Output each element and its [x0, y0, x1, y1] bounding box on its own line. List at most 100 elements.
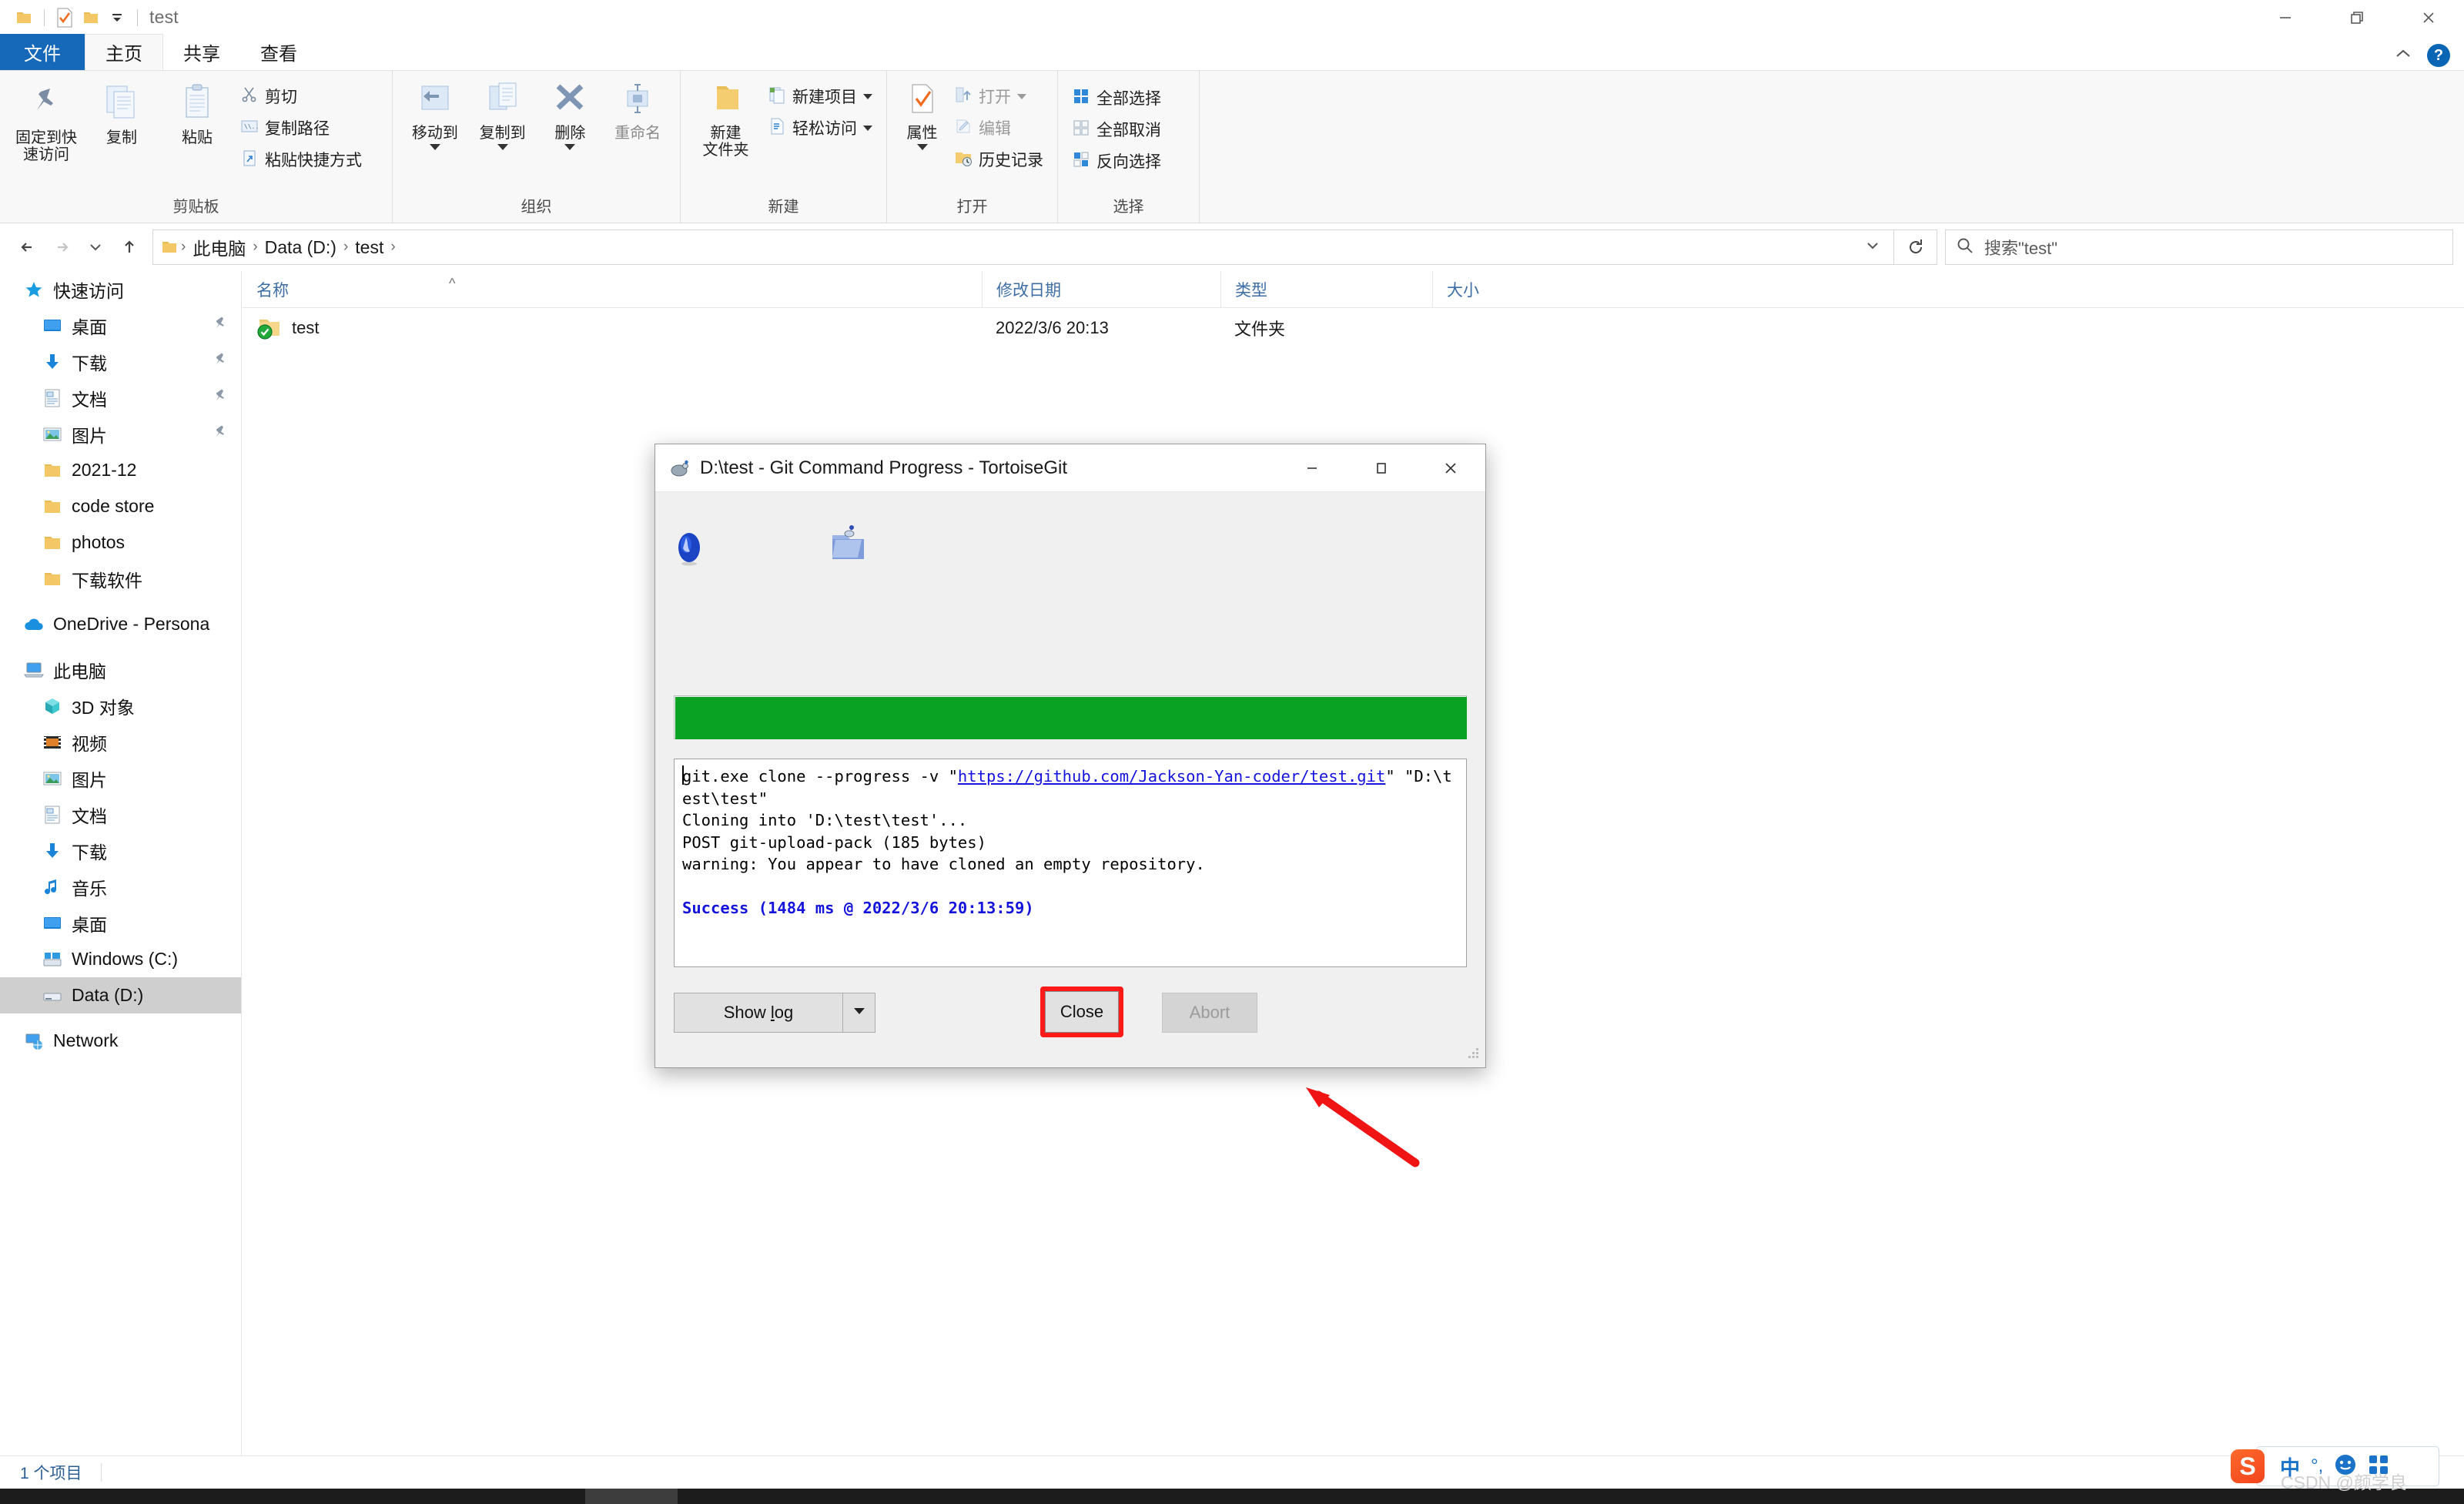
- sidebar-item-[interactable]: 下载: [0, 343, 241, 380]
- sidebar-item-[interactable]: 文档: [0, 380, 241, 416]
- table-row[interactable]: test 2022/3/6 20:13 文件夹: [243, 308, 2464, 348]
- delete-button[interactable]: 删除: [537, 75, 604, 150]
- sidebar-item-code-store[interactable]: code store: [0, 488, 241, 524]
- sidebar-item-[interactable]: 图片: [0, 416, 241, 452]
- open-button[interactable]: 打开: [949, 82, 1048, 111]
- emoji-icon[interactable]: [2334, 1453, 2357, 1480]
- tab-file[interactable]: 文件: [0, 34, 85, 70]
- ribbon-tab-strip[interactable]: 文件 主页 共享 查看 ?: [0, 35, 2464, 71]
- sidebar-item-[interactable]: 文档: [0, 796, 241, 832]
- tab-home[interactable]: 主页: [85, 34, 163, 70]
- ribbon[interactable]: 固定到快速访问 复制 粘贴 剪切 \\.. 复制路径: [0, 71, 2464, 223]
- rename-button[interactable]: 重命名: [604, 75, 671, 142]
- sidebar-item-[interactable]: 快速访问: [0, 271, 241, 307]
- column-header-size[interactable]: 大小: [1432, 271, 1571, 308]
- caret-down-icon[interactable]: [863, 94, 872, 99]
- ime-punctuation-toggle[interactable]: °,: [2311, 1455, 2323, 1477]
- recent-caret-icon[interactable]: [79, 230, 112, 264]
- breadcrumb-item-test[interactable]: test: [351, 237, 387, 258]
- caret-down-icon[interactable]: [497, 144, 508, 150]
- copy-button[interactable]: 复制: [85, 75, 159, 146]
- sidebar-item-3d[interactable]: 3D 对象: [0, 688, 241, 724]
- customize-caret-icon[interactable]: [104, 5, 130, 31]
- minimize-icon[interactable]: [1277, 444, 1347, 492]
- new-folder-button[interactable]: 新建文件夹: [690, 75, 762, 159]
- sidebar-item-[interactable]: 下载软件: [0, 561, 241, 597]
- restore-icon[interactable]: [2321, 0, 2392, 35]
- select-none-button[interactable]: 全部取消: [1067, 115, 1166, 144]
- sidebar-item-[interactable]: 图片: [0, 760, 241, 796]
- paste-button[interactable]: 粘贴: [160, 75, 234, 146]
- easy-access-button[interactable]: 轻松访问: [763, 113, 877, 142]
- caret-down-icon[interactable]: [1017, 94, 1026, 99]
- taskbar[interactable]: [0, 1489, 2464, 1504]
- show-log-dropdown[interactable]: [842, 993, 875, 1032]
- sidebar-item-[interactable]: 桌面: [0, 905, 241, 941]
- ribbon-right-controls[interactable]: ?: [2393, 44, 2450, 67]
- sidebar-item-photos[interactable]: photos: [0, 524, 241, 561]
- forward-arrow-icon[interactable]: [45, 230, 79, 264]
- invert-selection-button[interactable]: 反向选择: [1067, 146, 1166, 176]
- sidebar-item-2021-12[interactable]: 2021-12: [0, 452, 241, 488]
- git-output-log[interactable]: git.exe clone --progress -v "https://git…: [674, 759, 1467, 967]
- close-icon[interactable]: [2392, 0, 2464, 35]
- sidebar-item-[interactable]: 视频: [0, 724, 241, 760]
- sidebar-item-[interactable]: 下载: [0, 832, 241, 869]
- taskbar-active-item[interactable]: [585, 1489, 678, 1504]
- search-input[interactable]: 搜索"test": [1945, 229, 2453, 265]
- sidebar-item-[interactable]: 音乐: [0, 869, 241, 905]
- close-icon[interactable]: [1416, 444, 1485, 492]
- select-all-button[interactable]: 全部选择: [1067, 83, 1166, 112]
- show-log-button[interactable]: Show log: [674, 993, 875, 1033]
- pin-icon[interactable]: [212, 424, 229, 444]
- sidebar-item-network[interactable]: Network: [0, 1023, 241, 1059]
- new-item-button[interactable]: 新建项目: [763, 82, 877, 111]
- dialog-window-controls[interactable]: [1277, 444, 1485, 492]
- copy-path-button[interactable]: \\.. 复制路径: [236, 113, 367, 142]
- ime-toolbar[interactable]: S 中 °,: [2256, 1446, 2439, 1486]
- pin-icon[interactable]: [212, 315, 229, 336]
- sidebar-item-windows-c[interactable]: Windows (C:): [0, 941, 241, 977]
- properties-check-icon[interactable]: [52, 5, 78, 31]
- close-button[interactable]: Close: [1045, 991, 1119, 1033]
- sogou-logo-icon[interactable]: S: [2231, 1449, 2265, 1483]
- help-icon[interactable]: ?: [2427, 44, 2450, 67]
- refresh-icon[interactable]: [1894, 229, 1937, 265]
- maximize-icon[interactable]: [1347, 444, 1416, 492]
- up-arrow-icon[interactable]: [112, 230, 146, 264]
- sidebar-item-data-d[interactable]: Data (D:): [0, 977, 241, 1013]
- repository-url-link[interactable]: https://github.com/Jackson-Yan-coder/tes…: [958, 767, 1385, 785]
- pin-to-quick-access-button[interactable]: 固定到快速访问: [9, 75, 83, 164]
- caret-down-icon[interactable]: [564, 144, 575, 150]
- chevron-down-icon[interactable]: [1863, 236, 1883, 260]
- column-header-modified[interactable]: 修改日期: [982, 271, 1220, 308]
- copy-to-button[interactable]: 复制到: [470, 75, 536, 150]
- file-name-cell[interactable]: test: [243, 317, 982, 340]
- breadcrumb-item-this-pc[interactable]: 此电脑: [189, 234, 249, 260]
- edit-button[interactable]: 编辑: [949, 113, 1048, 142]
- caret-down-icon[interactable]: [430, 144, 440, 150]
- resize-grip[interactable]: [1465, 1045, 1481, 1064]
- quick-access-toolbar[interactable]: test: [0, 5, 179, 31]
- sidebar-item-[interactable]: 此电脑: [0, 652, 241, 688]
- caret-down-icon[interactable]: [863, 126, 872, 131]
- pin-icon[interactable]: [212, 387, 229, 408]
- window-controls[interactable]: [2249, 0, 2464, 35]
- new-folder-icon[interactable]: [78, 5, 104, 31]
- tab-share[interactable]: 共享: [163, 34, 240, 70]
- navigation-pane[interactable]: 快速访问桌面下载文档图片2021-12code storephotos下载软件O…: [0, 271, 242, 1455]
- chevron-up-icon[interactable]: [2393, 46, 2413, 65]
- column-headers[interactable]: 名称 ^ 修改日期 类型 大小: [243, 271, 2464, 308]
- breadcrumb-item-data-d[interactable]: Data (D:): [261, 237, 340, 258]
- column-header-name[interactable]: 名称 ^: [243, 271, 982, 308]
- git-command-progress-dialog[interactable]: D:\test - Git Command Progress - Tortois…: [654, 444, 1486, 1068]
- ime-mode-chinese[interactable]: 中: [2280, 1452, 2300, 1481]
- column-header-type[interactable]: 类型: [1220, 271, 1432, 308]
- address-bar[interactable]: › 此电脑 › Data (D:) › test ›: [152, 229, 1894, 265]
- caret-down-icon[interactable]: [917, 144, 928, 150]
- minimize-icon[interactable]: [2249, 0, 2321, 35]
- sidebar-item-[interactable]: 桌面: [0, 307, 241, 343]
- toolbox-icon[interactable]: [2368, 1454, 2389, 1479]
- cut-button[interactable]: 剪切: [236, 82, 367, 111]
- sidebar-item-onedrive-persona[interactable]: OneDrive - Persona: [0, 606, 241, 642]
